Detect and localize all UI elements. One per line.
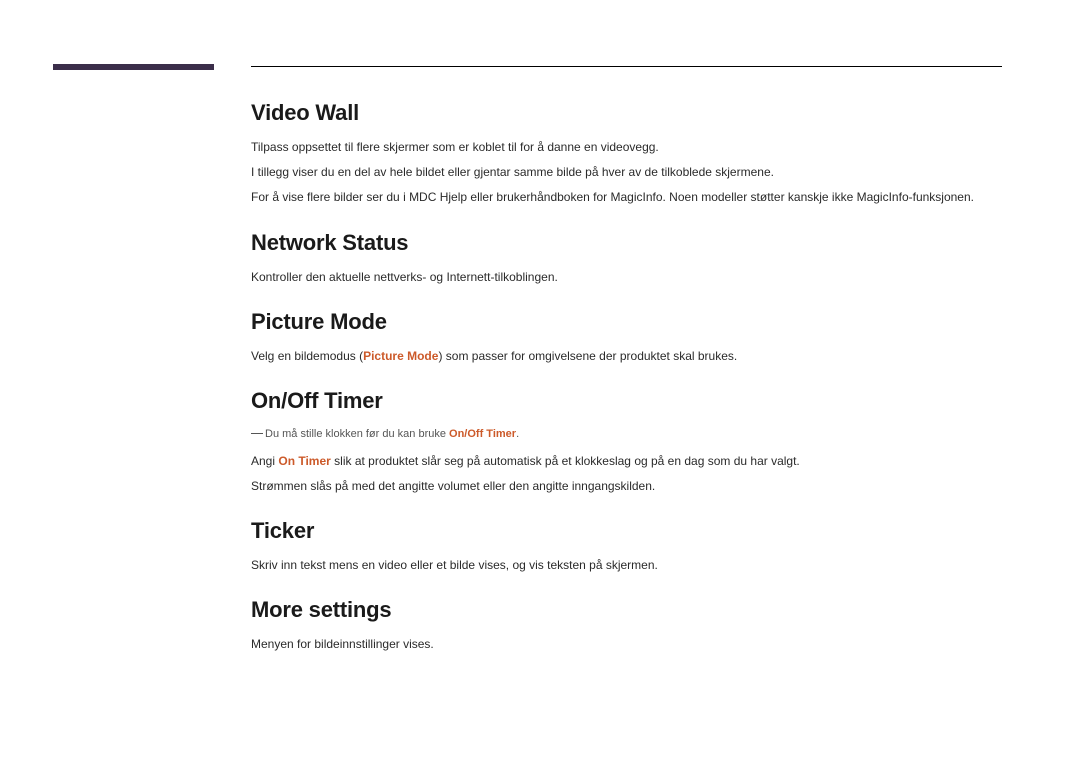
- highlight-on-off-timer: On/Off Timer: [449, 428, 516, 440]
- heading-video-wall: Video Wall: [251, 100, 1011, 126]
- note: Du må stille klokken før du kan bruke On…: [251, 426, 1011, 444]
- section-picture-mode: Picture Mode Velg en bildemodus (Picture…: [251, 309, 1011, 366]
- accent-bar: [53, 64, 214, 70]
- text: ) som passer for omgivelsene der produkt…: [438, 349, 737, 363]
- document-content: Video Wall Tilpass oppsettet til flere s…: [251, 100, 1011, 676]
- section-network-status: Network Status Kontroller den aktuelle n…: [251, 230, 1011, 287]
- highlight-picture-mode: Picture Mode: [363, 349, 438, 363]
- section-on-off-timer: On/Off Timer Du må stille klokken før du…: [251, 388, 1011, 496]
- horizontal-divider: [251, 66, 1002, 67]
- highlight-on-timer: On Timer: [278, 454, 330, 468]
- paragraph: Skriv inn tekst mens en video eller et b…: [251, 556, 1011, 575]
- heading-picture-mode: Picture Mode: [251, 309, 1011, 335]
- heading-on-off-timer: On/Off Timer: [251, 388, 1011, 414]
- section-more-settings: More settings Menyen for bildeinnstillin…: [251, 597, 1011, 654]
- heading-more-settings: More settings: [251, 597, 1011, 623]
- paragraph: Menyen for bildeinnstillinger vises.: [251, 635, 1011, 654]
- paragraph: Kontroller den aktuelle nettverks- og In…: [251, 268, 1011, 287]
- heading-ticker: Ticker: [251, 518, 1011, 544]
- text: Angi: [251, 454, 278, 468]
- paragraph: Tilpass oppsettet til flere skjermer som…: [251, 138, 1011, 157]
- note-dash-icon: [251, 433, 263, 434]
- paragraph: I tillegg viser du en del av hele bildet…: [251, 163, 1011, 182]
- section-video-wall: Video Wall Tilpass oppsettet til flere s…: [251, 100, 1011, 208]
- section-ticker: Ticker Skriv inn tekst mens en video ell…: [251, 518, 1011, 575]
- paragraph: Velg en bildemodus (Picture Mode) som pa…: [251, 347, 1011, 366]
- paragraph: Angi On Timer slik at produktet slår seg…: [251, 452, 1011, 471]
- text: .: [516, 428, 519, 440]
- paragraph: Strømmen slås på med det angitte volumet…: [251, 477, 1011, 496]
- text: Du må stille klokken før du kan bruke: [265, 428, 449, 440]
- heading-network-status: Network Status: [251, 230, 1011, 256]
- paragraph: For å vise flere bilder ser du i MDC Hje…: [251, 188, 1011, 207]
- text: slik at produktet slår seg på automatisk…: [331, 454, 800, 468]
- text: Velg en bildemodus (: [251, 349, 363, 363]
